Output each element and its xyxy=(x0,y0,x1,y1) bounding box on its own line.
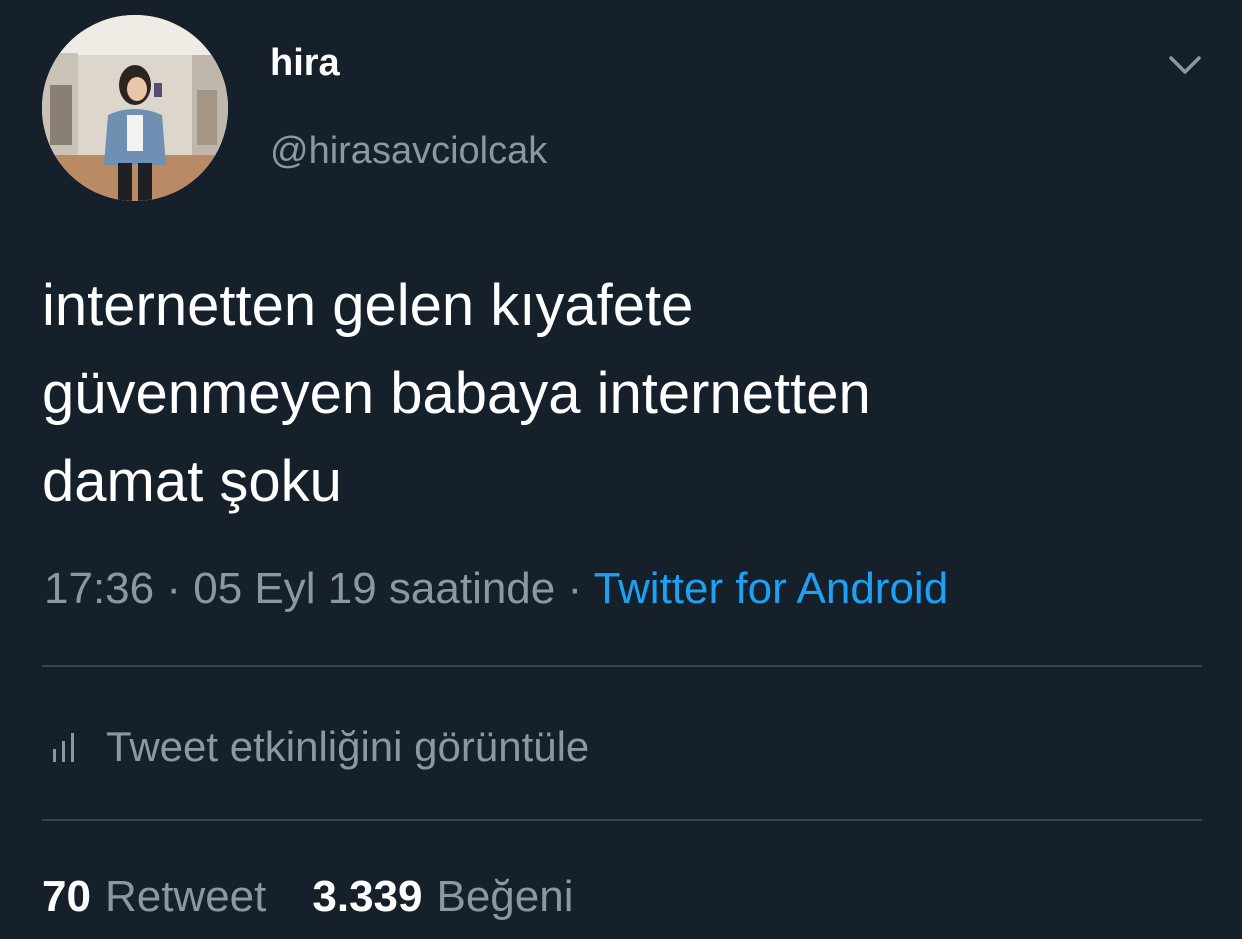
meta-separator: · xyxy=(555,564,594,613)
avatar[interactable] xyxy=(42,15,228,201)
tweet-date: 05 Eyl 19 saatinde xyxy=(193,564,556,613)
meta-separator: · xyxy=(154,564,194,613)
tweet-stats: 70 Retweet 3.339 Beğeni xyxy=(42,875,574,919)
likes-label: Beğeni xyxy=(436,872,574,921)
divider xyxy=(42,665,1202,667)
bar-chart-icon xyxy=(53,733,74,762)
divider xyxy=(42,819,1202,821)
retweets-count: 70 xyxy=(42,872,91,921)
user-handle[interactable]: @hirasavciolcak xyxy=(270,132,547,170)
profile-photo xyxy=(42,15,228,201)
tweet-text: internetten gelen kıyafete güvenmeyen ba… xyxy=(42,273,871,514)
retweets-label: Retweet xyxy=(104,872,267,921)
tweet-source-link[interactable]: Twitter for Android xyxy=(594,564,949,613)
tweet-meta: 17:36 · 05 Eyl 19 saatinde · Twitter for… xyxy=(44,567,948,611)
analytics-label: Tweet etkinliğini görüntüle xyxy=(106,723,590,770)
likes-count: 3.339 xyxy=(312,872,423,921)
tweet-menu-button[interactable] xyxy=(1165,50,1205,80)
display-name[interactable]: hira xyxy=(270,44,340,82)
chevron-down-icon xyxy=(1169,56,1201,74)
retweets-stat[interactable]: 70 Retweet xyxy=(42,875,266,919)
likes-stat[interactable]: 3.339 Beğeni xyxy=(312,875,573,919)
tweet-time: 17:36 xyxy=(44,564,155,613)
tweet-analytics-link[interactable]: Tweet etkinliğini görüntüle xyxy=(48,722,589,772)
